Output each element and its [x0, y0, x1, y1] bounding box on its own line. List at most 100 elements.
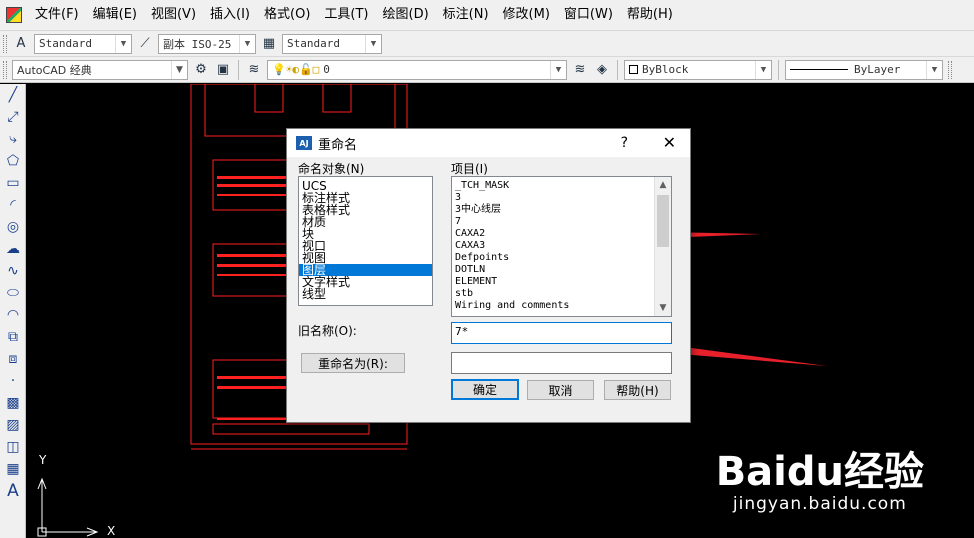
menu-insert[interactable]: 插入(I): [203, 0, 257, 30]
dim-style-value: 副本 ISO-25: [163, 37, 232, 51]
workspace-select[interactable]: AutoCAD 经典 ▼: [12, 59, 188, 80]
named-objects-label: 命名对象(N): [298, 162, 365, 176]
items-label: 项目(I): [451, 162, 488, 176]
list-item[interactable]: Wiring and comments: [452, 300, 671, 312]
insert-block-icon[interactable]: ⧉: [0, 326, 26, 348]
menu-help[interactable]: 帮助(H): [620, 0, 680, 30]
polyline-icon[interactable]: ⤷: [0, 128, 26, 150]
list-item[interactable]: stb: [452, 288, 671, 300]
dialog-titlebar[interactable]: AJ 重命名 ? ✕: [287, 129, 690, 157]
menu-window[interactable]: 窗口(W): [557, 0, 620, 30]
toolbar-grip[interactable]: [3, 34, 7, 53]
table-icon[interactable]: ▦: [0, 458, 26, 480]
construction-line-icon[interactable]: ⤢: [0, 106, 26, 128]
region-icon[interactable]: ◫: [0, 436, 26, 458]
rectangle-icon[interactable]: ▭: [0, 172, 26, 194]
linetype-select[interactable]: ByLayer ▼: [785, 59, 943, 80]
layers-toolbar: AutoCAD 经典 ▼ ⚙ ▣ ≋ 💡☀◐🔓□ 0 ▼ ≋ ◈ ByBlock…: [0, 56, 974, 83]
menu-edit[interactable]: 编辑(E): [86, 0, 144, 30]
items-list[interactable]: _TCH_MASK 3 3中心线层 7 CAXA2 CAXA3 Defpoint…: [451, 176, 672, 317]
list-item[interactable]: 3中心线层: [452, 204, 671, 216]
ellipse-icon[interactable]: ⬭: [0, 282, 26, 304]
hatch-icon[interactable]: ▩: [0, 392, 26, 414]
terminal-blocks: [217, 176, 287, 420]
items-scrollbar[interactable]: ▲ ▼: [654, 177, 671, 316]
table-style-select[interactable]: Standard ▼: [282, 33, 382, 54]
menu-view[interactable]: 视图(V): [144, 0, 203, 30]
watermark-url: jingyan.baidu.com: [732, 494, 907, 514]
old-name-field[interactable]: 7*: [451, 322, 672, 344]
linetype-value: ByLayer: [854, 63, 901, 76]
list-item[interactable]: CAXA2: [452, 228, 671, 240]
workspace-settings-icon[interactable]: ⚙: [192, 61, 210, 79]
chevron-down-icon[interactable]: ▼: [755, 60, 771, 79]
save-workspace-icon[interactable]: ▣: [214, 61, 232, 79]
ellipse-arc-icon[interactable]: ◠: [0, 304, 26, 326]
rename-to-button[interactable]: 重命名为(R):: [301, 353, 405, 373]
layer-manager-icon[interactable]: ≋: [245, 61, 263, 79]
dim-style-select[interactable]: 副本 ISO-25 ▼: [158, 33, 256, 54]
dim-style-icon[interactable]: ⟋: [136, 35, 154, 53]
chevron-down-icon[interactable]: ▼: [926, 60, 942, 79]
color-select[interactable]: ByBlock ▼: [624, 59, 772, 80]
layer-state-icons: 💡☀◐🔓□: [272, 63, 320, 76]
menu-bar: 文件(F) 编辑(E) 视图(V) 插入(I) 格式(O) 工具(T) 绘图(D…: [0, 0, 974, 30]
make-layer-current-icon[interactable]: ≋: [571, 61, 589, 79]
list-item[interactable]: CAXA3: [452, 240, 671, 252]
list-item[interactable]: _TCH_MASK: [452, 180, 671, 192]
close-icon[interactable]: ✕: [663, 133, 676, 152]
scroll-thumb[interactable]: [657, 195, 669, 247]
help-button[interactable]: 帮助(H): [604, 380, 671, 400]
list-item[interactable]: DOTLN: [452, 264, 671, 276]
help-icon[interactable]: ?: [621, 135, 628, 151]
dialog-title: 重命名: [318, 137, 358, 153]
list-item[interactable]: 材质: [299, 216, 432, 228]
chevron-down-icon[interactable]: ▼: [365, 34, 381, 53]
layer-value: 0: [323, 63, 330, 76]
old-name-label: 旧名称(O):: [298, 324, 357, 338]
arc-icon[interactable]: ◜: [0, 194, 26, 216]
layer-select[interactable]: 💡☀◐🔓□ 0 ▼: [267, 59, 567, 80]
list-item[interactable]: 3: [452, 192, 671, 204]
ok-button[interactable]: 确定: [451, 379, 519, 400]
text-style-icon[interactable]: A: [12, 35, 30, 53]
table-style-icon[interactable]: ▦: [260, 35, 278, 53]
rename-to-field[interactable]: [451, 352, 672, 374]
point-icon[interactable]: ·: [0, 370, 26, 392]
text-style-value: Standard: [39, 37, 92, 50]
list-item[interactable]: Defpoints: [452, 252, 671, 264]
layer-previous-icon[interactable]: ◈: [593, 61, 611, 79]
chevron-down-icon[interactable]: ▼: [171, 60, 187, 79]
chevron-down-icon[interactable]: ▼: [239, 34, 255, 53]
toolbar-grip[interactable]: [3, 60, 7, 79]
gradient-icon[interactable]: ▨: [0, 414, 26, 436]
menu-modify[interactable]: 修改(M): [496, 0, 557, 30]
named-objects-list[interactable]: UCS 标注样式 表格样式 材质 块 视口 视图 图层 文字样式 线型: [298, 176, 433, 306]
text-style-select[interactable]: Standard ▼: [34, 33, 132, 54]
chevron-down-icon[interactable]: ▼: [115, 34, 131, 53]
color-swatch-icon: [629, 65, 638, 74]
list-item[interactable]: 线型: [299, 288, 432, 300]
watermark-logo: Baidu经验: [715, 449, 924, 495]
menu-tools[interactable]: 工具(T): [317, 0, 375, 30]
multiline-text-icon[interactable]: A: [0, 480, 26, 502]
make-block-icon[interactable]: ⧈: [0, 348, 26, 370]
menu-file[interactable]: 文件(F): [28, 0, 86, 30]
chevron-down-icon[interactable]: ▼: [550, 60, 566, 79]
cancel-button[interactable]: 取消: [527, 380, 594, 400]
menu-dimension[interactable]: 标注(N): [436, 0, 496, 30]
list-item[interactable]: 7: [452, 216, 671, 228]
menu-draw[interactable]: 绘图(D): [376, 0, 436, 30]
spline-icon[interactable]: ∿: [0, 260, 26, 282]
scroll-down-icon[interactable]: ▼: [655, 300, 671, 316]
scroll-up-icon[interactable]: ▲: [655, 177, 671, 193]
baidu-jingyan-watermark: Baidu经验 jingyan.baidu.com: [716, 450, 924, 514]
list-item[interactable]: ELEMENT: [452, 276, 671, 288]
revision-cloud-icon[interactable]: ☁: [0, 238, 26, 260]
circle-icon[interactable]: ◎: [0, 216, 26, 238]
menu-format[interactable]: 格式(O): [257, 0, 317, 30]
polygon-icon[interactable]: ⬠: [0, 150, 26, 172]
autocad-app-icon[interactable]: [6, 7, 22, 23]
toolbar-grip[interactable]: [948, 60, 952, 79]
line-icon[interactable]: ╱: [0, 84, 26, 106]
